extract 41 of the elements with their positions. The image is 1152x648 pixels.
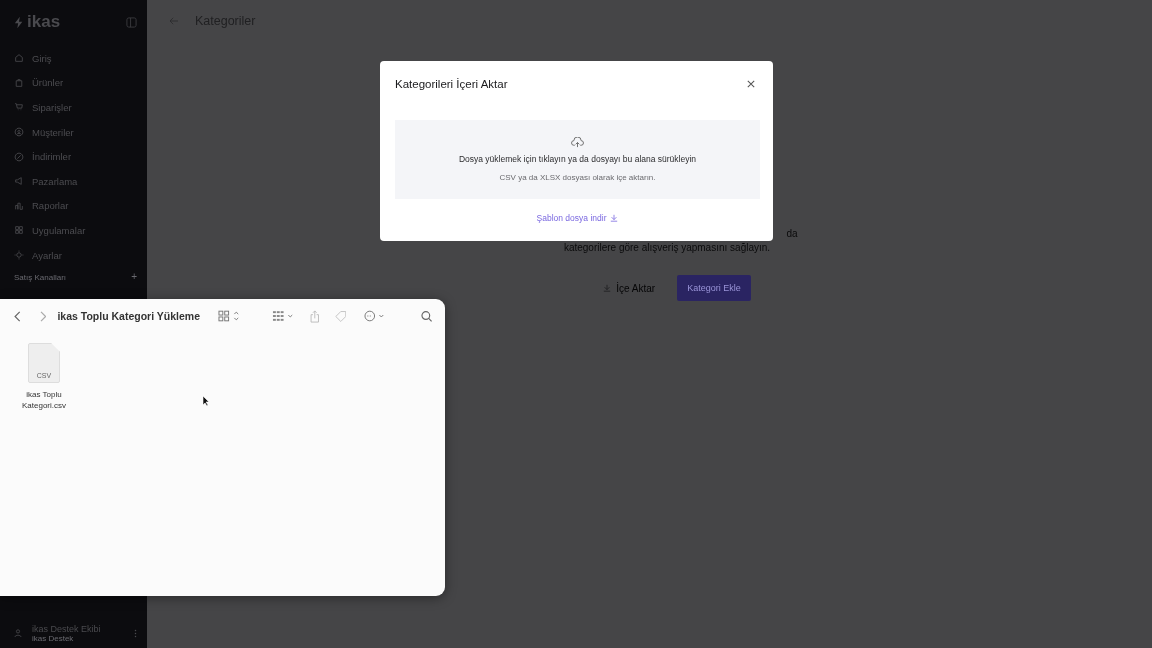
nav-item[interactable]: Raporlar [14,193,137,219]
upload-icon [571,137,584,148]
template-download-link[interactable]: Şablon dosya indir [536,213,619,223]
nav-item[interactable]: İndirimler [14,144,137,169]
import-button[interactable]: İçe Aktar [597,281,662,295]
share-icon[interactable] [309,309,321,323]
dialog-title: Kategorileri İçeri Aktar [395,78,508,90]
download-icon [603,284,612,292]
upload-dropzone[interactable]: Dosya yüklemek için tıklayın ya da dosyayı bu alana sürükleyin CSV ya da XLSX dosyası olarak içe aktarın. [395,120,760,199]
icon-view-icon[interactable] [218,310,242,322]
file-name[interactable]: ikas Toplu Kategori.csv [18,389,70,411]
nav-item[interactable]: Ayarlar [14,242,137,268]
user-subtitle: ikas Destek [32,633,75,643]
dropzone-hint: CSV ya da XLSX dosyası olarak içe aktarın. [499,173,656,182]
home-icon [14,53,24,64]
add-category-button[interactable]: Kategori Ekle [677,275,751,301]
download-icon [610,214,619,222]
nav-item[interactable]: Pazarlama [14,168,137,194]
cursor-icon [202,395,210,407]
nav-item[interactable]: Müşteriler [14,119,137,145]
add-channel-button[interactable]: + [131,273,137,283]
user-icon [14,127,24,138]
search-icon[interactable] [421,309,433,323]
megaphone-icon [14,176,24,187]
back-icon[interactable] [14,310,22,322]
sidebar-toggle-icon[interactable] [126,16,137,28]
discount-icon [14,151,24,162]
bag-icon [14,77,24,88]
nav-item[interactable]: Siparişler [14,95,137,120]
close-icon[interactable] [747,80,755,88]
user-icon [14,629,22,637]
nav-item[interactable]: Uygulamalar [14,218,137,243]
logo: ikas [14,12,61,32]
tag-icon[interactable] [334,309,347,323]
window-title: ikas Toplu Kategori Yükleme [57,310,200,322]
nav-item[interactable]: Giriş [14,46,137,71]
section-label: Satış Kanalları [14,273,67,283]
grid-icon [14,225,24,236]
dropzone-text: Dosya yüklemek için tıklayın ya da dosyayı bu alana sürükleyin [458,154,697,164]
forward-icon[interactable] [38,310,47,322]
nav-item[interactable]: Ürünler [14,70,137,96]
